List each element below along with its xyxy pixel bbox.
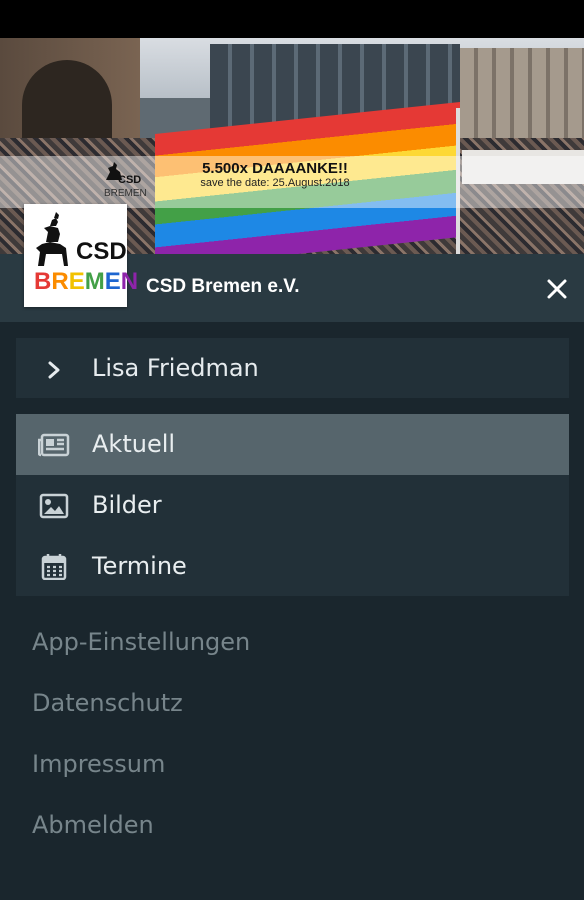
logo-letter: E	[68, 268, 85, 295]
banner-mini-logo: CSD BREMEN	[104, 160, 156, 204]
user-name: Lisa Friedman	[92, 354, 259, 382]
menu-item-bilder[interactable]: Bilder	[16, 475, 569, 536]
logo-letter: E	[104, 268, 121, 295]
user-profile-item[interactable]: Lisa Friedman	[16, 338, 569, 398]
image-icon	[39, 493, 69, 519]
logo-bremen-text: BREMEN	[34, 268, 138, 296]
chevron-right-icon	[48, 361, 60, 379]
close-icon[interactable]	[545, 277, 569, 301]
town-musicians-icon	[36, 212, 68, 266]
csd-bremen-logo: CSD BREMEN	[24, 204, 138, 307]
logo-letter: B	[34, 268, 52, 295]
menu-item-label: Termine	[92, 552, 187, 580]
logout-link[interactable]: Abmelden	[32, 811, 154, 839]
calendar-icon	[41, 554, 67, 580]
menu-item-label: Bilder	[92, 491, 162, 519]
newspaper-icon	[38, 433, 70, 457]
logo-letter: R	[51, 268, 69, 295]
main-menu: Aktuell Bilder Termine	[16, 414, 569, 596]
menu-item-label: Aktuell	[92, 430, 176, 458]
close-button[interactable]	[545, 277, 569, 301]
imprint-link[interactable]: Impressum	[32, 750, 165, 778]
organization-name: CSD Bremen e.V.	[146, 276, 300, 297]
promo-title: 5.500x DAAAANKE!!	[202, 160, 348, 177]
logo-csd-text: CSD	[76, 238, 127, 265]
logo-letter: M	[84, 268, 105, 295]
privacy-link[interactable]: Datenschutz	[32, 689, 183, 717]
menu-item-aktuell[interactable]: Aktuell	[16, 414, 569, 475]
banner-promo-text: 5.500x DAAAANKE!! save the date: 25.Augu…	[175, 160, 375, 190]
logo-letter: N	[120, 268, 139, 295]
status-bar	[0, 0, 584, 38]
app-settings-link[interactable]: App-Einstellungen	[32, 628, 250, 656]
menu-item-termine[interactable]: Termine	[16, 536, 569, 597]
promo-subtitle: save the date: 25.August.2018	[200, 177, 350, 190]
